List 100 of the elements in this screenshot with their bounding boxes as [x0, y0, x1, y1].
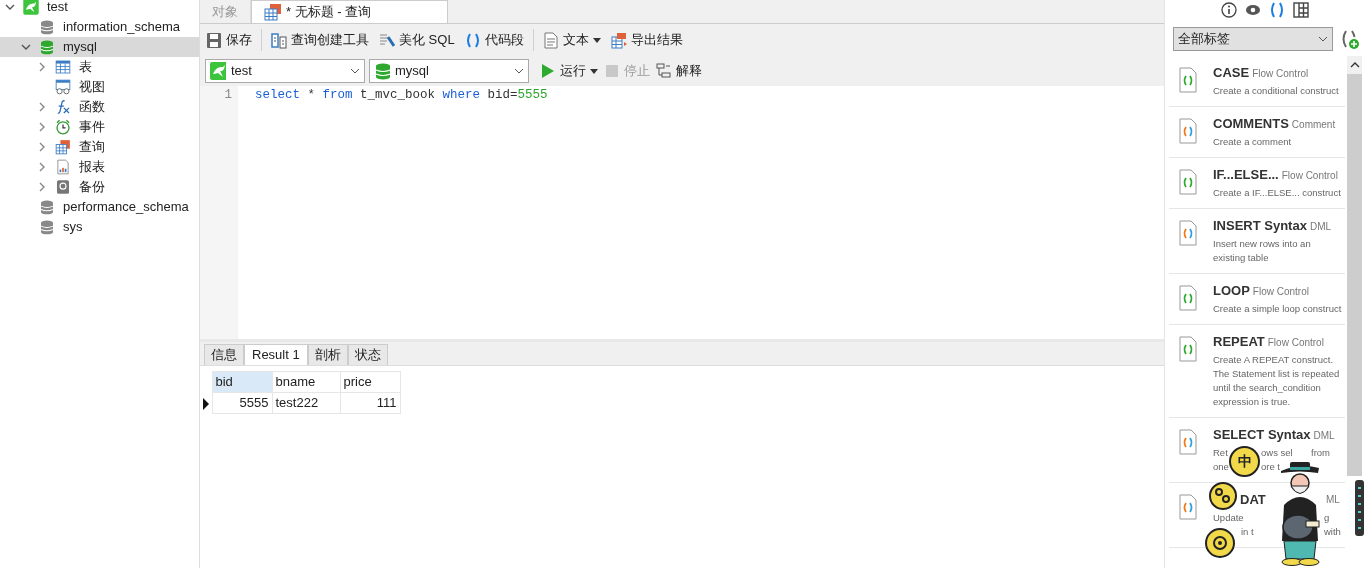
snippet-item[interactable]: CASE Flow Control Create a conditional construct — [1169, 56, 1345, 107]
scrollbar[interactable] — [1347, 56, 1362, 476]
snippet-file-icon — [1179, 285, 1197, 311]
result-tab[interactable]: 剖析 — [307, 344, 348, 365]
database-icon — [38, 218, 56, 236]
tree-item[interactable]: 函数 — [0, 97, 199, 117]
chevron-down-icon — [350, 68, 360, 74]
info-icon — [1220, 2, 1237, 18]
table-icon — [54, 58, 72, 76]
tree-label: sys — [63, 218, 83, 237]
toolbar-button[interactable]: 查询创建工具 — [270, 28, 370, 52]
toolbar-button[interactable]: 美化 SQL — [378, 28, 456, 52]
table-cell: test222 — [272, 392, 340, 414]
result-tab[interactable]: 状态 — [347, 344, 388, 365]
snippet-file-icon — [1179, 67, 1197, 93]
explain-button[interactable]: 解释 — [655, 59, 703, 83]
ime-button[interactable]: 中 — [1229, 446, 1260, 477]
query-icon — [264, 3, 282, 21]
report-icon — [54, 158, 72, 176]
snippet-category: DML — [1309, 221, 1332, 232]
query-builder-icon — [271, 31, 287, 49]
parentheses-icon — [464, 31, 481, 49]
parentheses-icon — [1268, 2, 1285, 18]
column-header[interactable]: price — [340, 371, 400, 393]
explain-icon — [656, 63, 672, 79]
tree-item[interactable]: 表 — [0, 57, 199, 77]
snippet-description: one — [1213, 460, 1229, 474]
select-field[interactable]: mysql — [369, 59, 529, 83]
snippet-description: g — [1324, 511, 1330, 525]
tree-item[interactable]: test — [0, 0, 199, 17]
tree-item[interactable]: 事件 — [0, 117, 199, 137]
snippet-category: Flow Control — [1281, 170, 1338, 181]
tree-item[interactable]: mysql — [0, 37, 199, 57]
snippet-item[interactable]: COMMENTS Comment Create a comment — [1169, 107, 1345, 158]
dolphin-icon — [210, 62, 226, 80]
target-icon[interactable] — [1205, 528, 1235, 558]
snippet-file-icon — [1179, 220, 1197, 246]
view-icon — [54, 78, 72, 96]
snippet-title: CASE — [1213, 65, 1250, 80]
tree-label: information_schema — [63, 18, 181, 37]
snippet-title: DAT — [1240, 492, 1266, 507]
document-icon — [542, 31, 559, 49]
tab-label: 对象 — [212, 2, 238, 21]
toolbar-button[interactable]: 代码段 — [463, 28, 525, 52]
tab-label: * 无标题 - 查询 — [286, 3, 372, 22]
column-header[interactable]: bname — [272, 371, 340, 393]
snippet-category: ML — [1326, 493, 1340, 507]
backup-icon — [54, 178, 72, 196]
snippet-file-icon — [1179, 118, 1197, 144]
snippet-file-icon — [1179, 429, 1197, 455]
save-button[interactable]: 保存 — [205, 28, 253, 52]
table-cell: 111 — [340, 392, 400, 414]
filter-dropdown[interactable]: 全部标签 — [1173, 27, 1333, 51]
layout-icon — [1292, 2, 1309, 18]
tab[interactable]: * 无标题 - 查询 — [251, 0, 448, 23]
line-number: 1 — [223, 87, 232, 104]
snippet-description: existing table — [1213, 252, 1269, 263]
code-line: select * from t_mvc_book where bid=5555 — [255, 87, 548, 104]
toolbar-button[interactable]: 导出结果 — [609, 28, 684, 52]
snippet-description: Create A REPEAT construct. — [1213, 354, 1334, 365]
tree-item[interactable]: 查询 — [0, 137, 199, 157]
tree-item[interactable]: sys — [0, 217, 199, 237]
result-tab[interactable]: Result 1 — [244, 344, 308, 365]
dots-icon[interactable] — [1209, 482, 1237, 510]
tree-label: 函数 — [79, 98, 105, 117]
column-header[interactable]: bid — [212, 371, 272, 393]
snippet-item[interactable]: LOOP Flow Control Create a simple loop construct — [1169, 274, 1345, 325]
snippet-description: Create a comment — [1213, 136, 1292, 147]
snippet-category: Flow Control — [1252, 286, 1309, 297]
snippet-title: REPEAT — [1213, 334, 1265, 349]
snippet-description: ore t — [1261, 460, 1280, 474]
snippet-file-icon — [1179, 336, 1197, 362]
tree-item[interactable]: 视图 — [0, 77, 199, 97]
tree-item[interactable]: 备份 — [0, 177, 199, 197]
tree-label: mysql — [63, 38, 97, 57]
snippet-description: expression is true. — [1213, 396, 1291, 407]
tree-label: 表 — [79, 58, 92, 77]
select-field[interactable]: test — [205, 59, 365, 83]
snippet-category: DML — [1313, 430, 1335, 441]
snippet-description: with — [1324, 525, 1341, 539]
snippet-item[interactable]: IF...ELSE... Flow Control Create a IF...ELSE... construct — [1169, 158, 1345, 209]
result-tab[interactable]: 信息 — [204, 344, 244, 365]
toolbar-button[interactable]: 文本 — [541, 28, 602, 52]
snippet-description: until the search_condition — [1213, 382, 1321, 393]
run-button[interactable]: 运行 — [539, 59, 599, 83]
tree-item[interactable]: 报表 — [0, 157, 199, 177]
snippet-item[interactable]: REPEAT Flow Control Create A REPEAT construct. The Statement list is repeated until the search_condition expression is true. — [1169, 325, 1345, 418]
snippet-title: COMMENTS — [1213, 116, 1289, 131]
tree-label: performance_schema — [63, 198, 189, 217]
export-icon — [610, 31, 627, 49]
snippet-description: ows sel — [1261, 446, 1293, 460]
add-snippet-icon — [1340, 28, 1360, 50]
tree-item[interactable]: performance_schema — [0, 197, 199, 217]
snippet-description: Create a simple loop construct — [1213, 303, 1342, 314]
tree-label: 查询 — [79, 138, 105, 157]
snippet-description: The Statement list is repeated — [1213, 368, 1340, 379]
tree-item[interactable]: information_schema — [0, 17, 199, 37]
snippet-file-icon — [1179, 494, 1197, 520]
snippet-item[interactable]: INSERT Syntax DML Insert new rows into an existing table — [1169, 209, 1345, 274]
snippet-title: SELECT Syntax — [1213, 427, 1311, 442]
